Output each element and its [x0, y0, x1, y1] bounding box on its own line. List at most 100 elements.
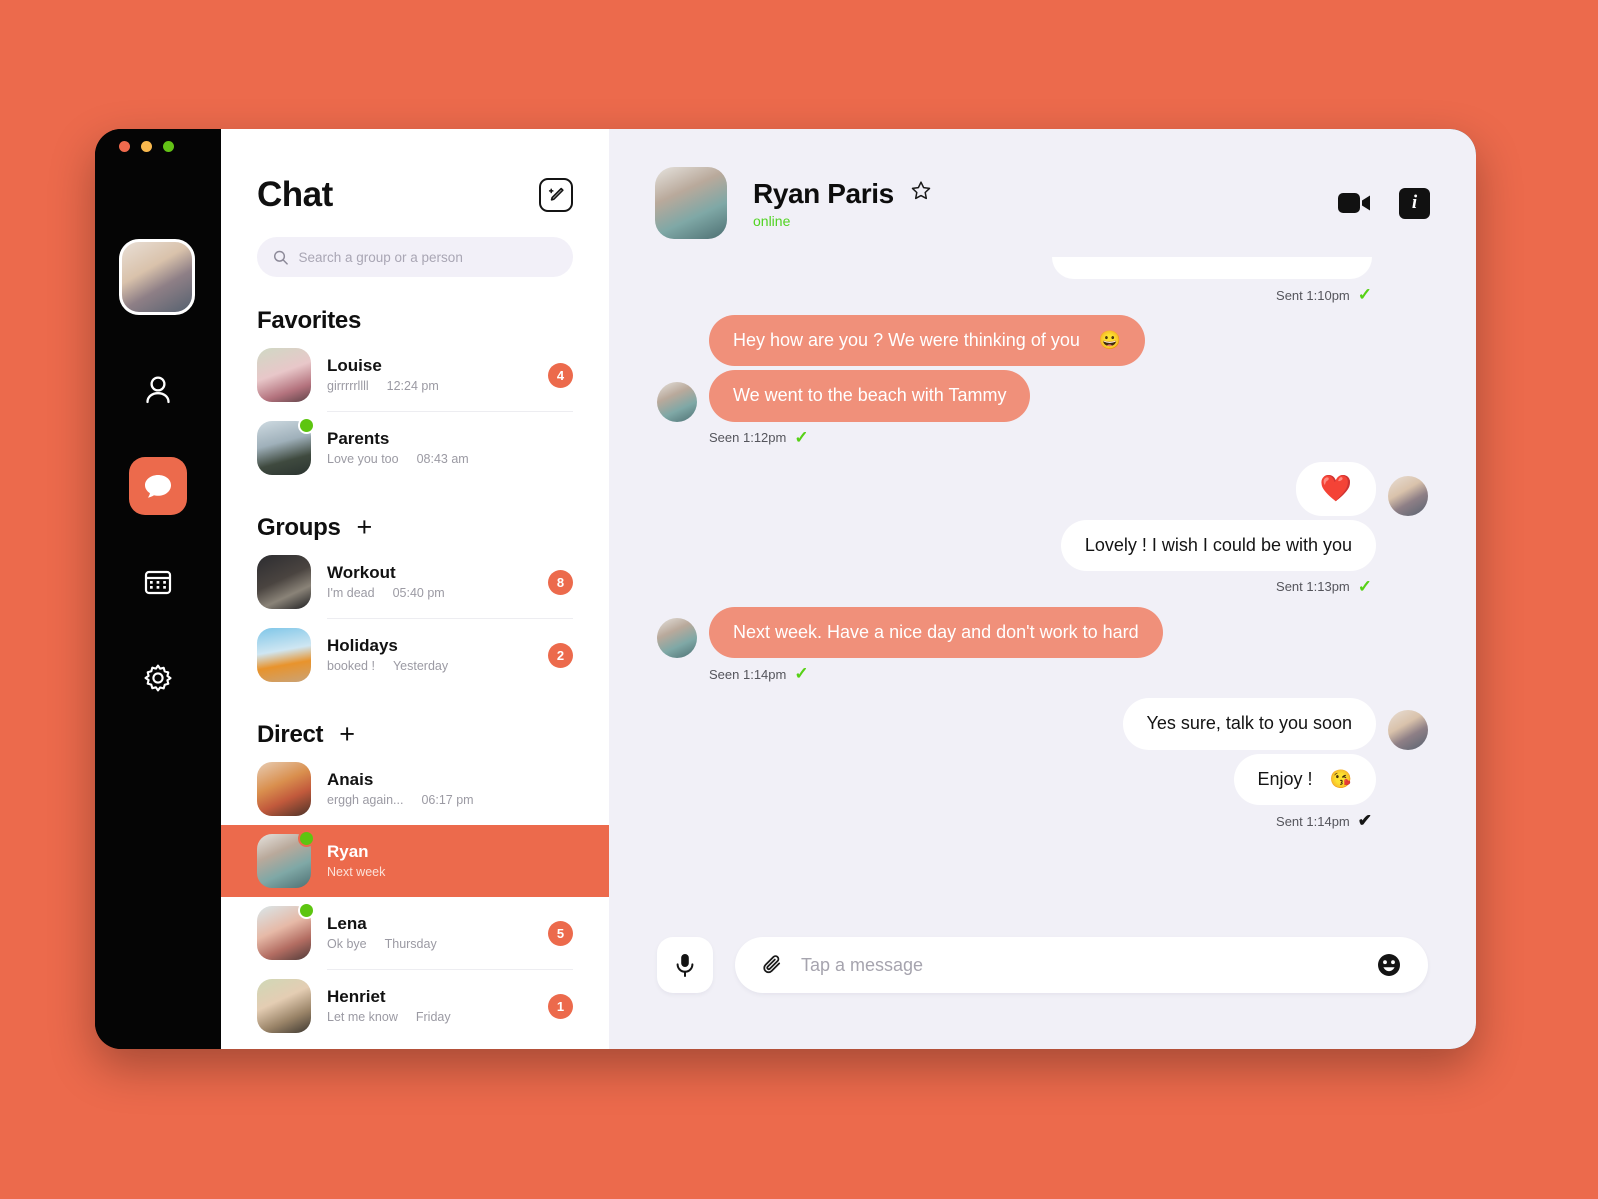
voice-record-button[interactable]: [657, 937, 713, 993]
avatar: [257, 628, 311, 682]
conversation-info-button[interactable]: i: [1399, 187, 1430, 219]
read-receipt-icon: ✓: [1357, 285, 1372, 304]
list-item-ryan[interactable]: Ryan Next week: [221, 825, 609, 897]
list-item-anais[interactable]: Anais erggh again... 06:17 pm: [221, 753, 609, 825]
list-item-name: Anais: [327, 770, 374, 790]
list-item-text: Holidays booked ! Yesterday: [327, 635, 532, 674]
message-meta: Sent 1:10pm ✓: [657, 285, 1372, 305]
attach-button[interactable]: [761, 953, 785, 977]
close-window-button[interactable]: [119, 141, 130, 152]
avatar-wrap: [257, 902, 315, 960]
list-item-name: Workout: [327, 563, 396, 583]
list-item-text: Parents Love you too 08:43 am: [327, 428, 573, 467]
message-row: Yes sure, talk to you soon: [657, 698, 1428, 750]
list-item-time: 08:43 am: [416, 451, 469, 466]
avatar: [257, 762, 311, 816]
list-item-name: Henriet: [327, 987, 386, 1007]
message-row: Next week. Have a nice day and don't wor…: [657, 606, 1428, 659]
list-item-holidays[interactable]: Holidays booked ! Yesterday 2: [221, 619, 609, 691]
message-status-text: Sent 1:14pm: [1276, 813, 1350, 829]
contact-avatar[interactable]: [655, 167, 727, 239]
avatar-wrap: [257, 555, 311, 609]
list-item-preview: booked !: [327, 658, 375, 673]
add-direct-button[interactable]: +: [339, 720, 355, 748]
list-item-preview: Next week: [327, 864, 386, 879]
section-header-favorites: Favorites: [221, 307, 609, 335]
message-emoji: 😀: [1098, 330, 1122, 350]
list-item-sub: erggh again... 06:17 pm: [327, 793, 573, 807]
list-item-name: Lena: [327, 914, 367, 934]
page-title: Chat: [257, 175, 333, 214]
message-bubble[interactable]: Enjoy ! 😘: [1233, 753, 1376, 806]
list-item-sub: Next week: [327, 865, 573, 879]
message-list[interactable]: Sent 1:10pm ✓ Hey how are you ? We were …: [609, 239, 1476, 937]
message-bubble[interactable]: Hey how are you ? We were thinking of yo…: [709, 315, 1146, 367]
unread-badge: 2: [548, 642, 573, 668]
minimize-window-button[interactable]: [141, 141, 152, 152]
message-status-text: Seen 1:14pm: [709, 666, 787, 682]
read-receipt-icon: ✓: [794, 427, 809, 447]
message-text: Next week. Have a nice day and don't wor…: [733, 621, 1139, 642]
message-status-text: Sent 1:10pm: [1276, 287, 1350, 303]
sidebar-item-settings[interactable]: [129, 649, 187, 707]
message-composer: [609, 937, 1476, 1049]
message-row: Lovely ! I wish I could be with you: [657, 519, 1428, 571]
conversation-actions: i: [1337, 187, 1430, 219]
favorite-button[interactable]: [909, 179, 933, 208]
message-bubble[interactable]: Lovely ! I wish I could be with you: [1060, 519, 1376, 571]
list-item-text: Henriet Let me know Friday: [327, 986, 532, 1025]
message-status-text: Sent 1:13pm: [1276, 579, 1350, 595]
list-item-text: Anais erggh again... 06:17 pm: [327, 769, 573, 808]
message-row: Enjoy ! 😘: [657, 753, 1428, 806]
unread-badge: 4: [548, 362, 573, 388]
compose-button[interactable]: [539, 178, 573, 212]
message-input[interactable]: [801, 954, 1360, 976]
list-item-parents[interactable]: Parents Love you too 08:43 am: [221, 412, 609, 484]
list-item-time: Thursday: [384, 936, 437, 951]
message-status-text: Seen 1:12pm: [709, 430, 787, 446]
section-header-groups: Groups +: [221, 513, 609, 542]
emoji-picker-button[interactable]: [1376, 952, 1402, 978]
list-item-preview: Love you too: [327, 451, 399, 466]
person-icon: [146, 376, 170, 404]
avatar-wrap: [257, 628, 311, 682]
list-item-text: Ryan Next week: [327, 841, 573, 880]
list-item-sub: girrrrrllll 12:24 pm: [327, 379, 532, 393]
avatar: [257, 555, 311, 609]
sidebar-item-chat[interactable]: [129, 457, 187, 515]
unread-badge: 1: [548, 993, 573, 1019]
maximize-window-button[interactable]: [163, 141, 174, 152]
list-item-name: Holidays: [327, 636, 398, 656]
video-call-button[interactable]: [1337, 189, 1373, 217]
sidebar-item-calendar[interactable]: [129, 553, 187, 611]
user-avatar[interactable]: [119, 239, 195, 315]
list-item-preview: Ok bye: [327, 936, 367, 951]
search-input[interactable]: [298, 249, 557, 265]
add-group-button[interactable]: +: [357, 513, 373, 541]
message-bubble-reaction[interactable]: ❤️: [1295, 461, 1376, 516]
search-bar[interactable]: [257, 237, 573, 277]
avatar-wrap: [257, 979, 311, 1033]
conversation-header: Ryan Paris online i: [609, 129, 1476, 239]
list-item-name: Ryan: [327, 842, 369, 862]
app-window: Chat Favorites Louise: [95, 129, 1476, 1049]
message-input-bar[interactable]: [735, 937, 1428, 993]
contact-status: online: [753, 212, 791, 229]
list-item-name: Parents: [327, 429, 390, 449]
message-row: Hey how are you ? We were thinking of yo…: [657, 315, 1428, 367]
sidebar-item-contacts[interactable]: [129, 361, 187, 419]
message-meta: Sent 1:13pm ✓: [657, 577, 1372, 597]
message-text: Hey how are you ? We were thinking of yo…: [733, 330, 1080, 350]
message-bubble[interactable]: We went to the beach with Tammy: [709, 370, 1031, 422]
sidebar-header: Chat: [221, 129, 609, 215]
sender-avatar: [1388, 475, 1428, 516]
list-item-louise[interactable]: Louise girrrrrllll 12:24 pm 4: [221, 339, 609, 411]
message-bubble[interactable]: Yes sure, talk to you soon: [1122, 698, 1376, 750]
list-item-henriet[interactable]: Henriet Let me know Friday 1: [221, 970, 609, 1042]
contact-nameline: Ryan Paris: [753, 178, 933, 210]
message-bubble-partial: [1052, 257, 1372, 279]
list-item-workout[interactable]: Workout I'm dead 05:40 pm 8: [221, 546, 609, 618]
list-item-lena[interactable]: Lena Ok bye Thursday 5: [221, 897, 609, 969]
sender-avatar: [1388, 709, 1428, 750]
message-bubble[interactable]: Next week. Have a nice day and don't wor…: [709, 606, 1163, 659]
